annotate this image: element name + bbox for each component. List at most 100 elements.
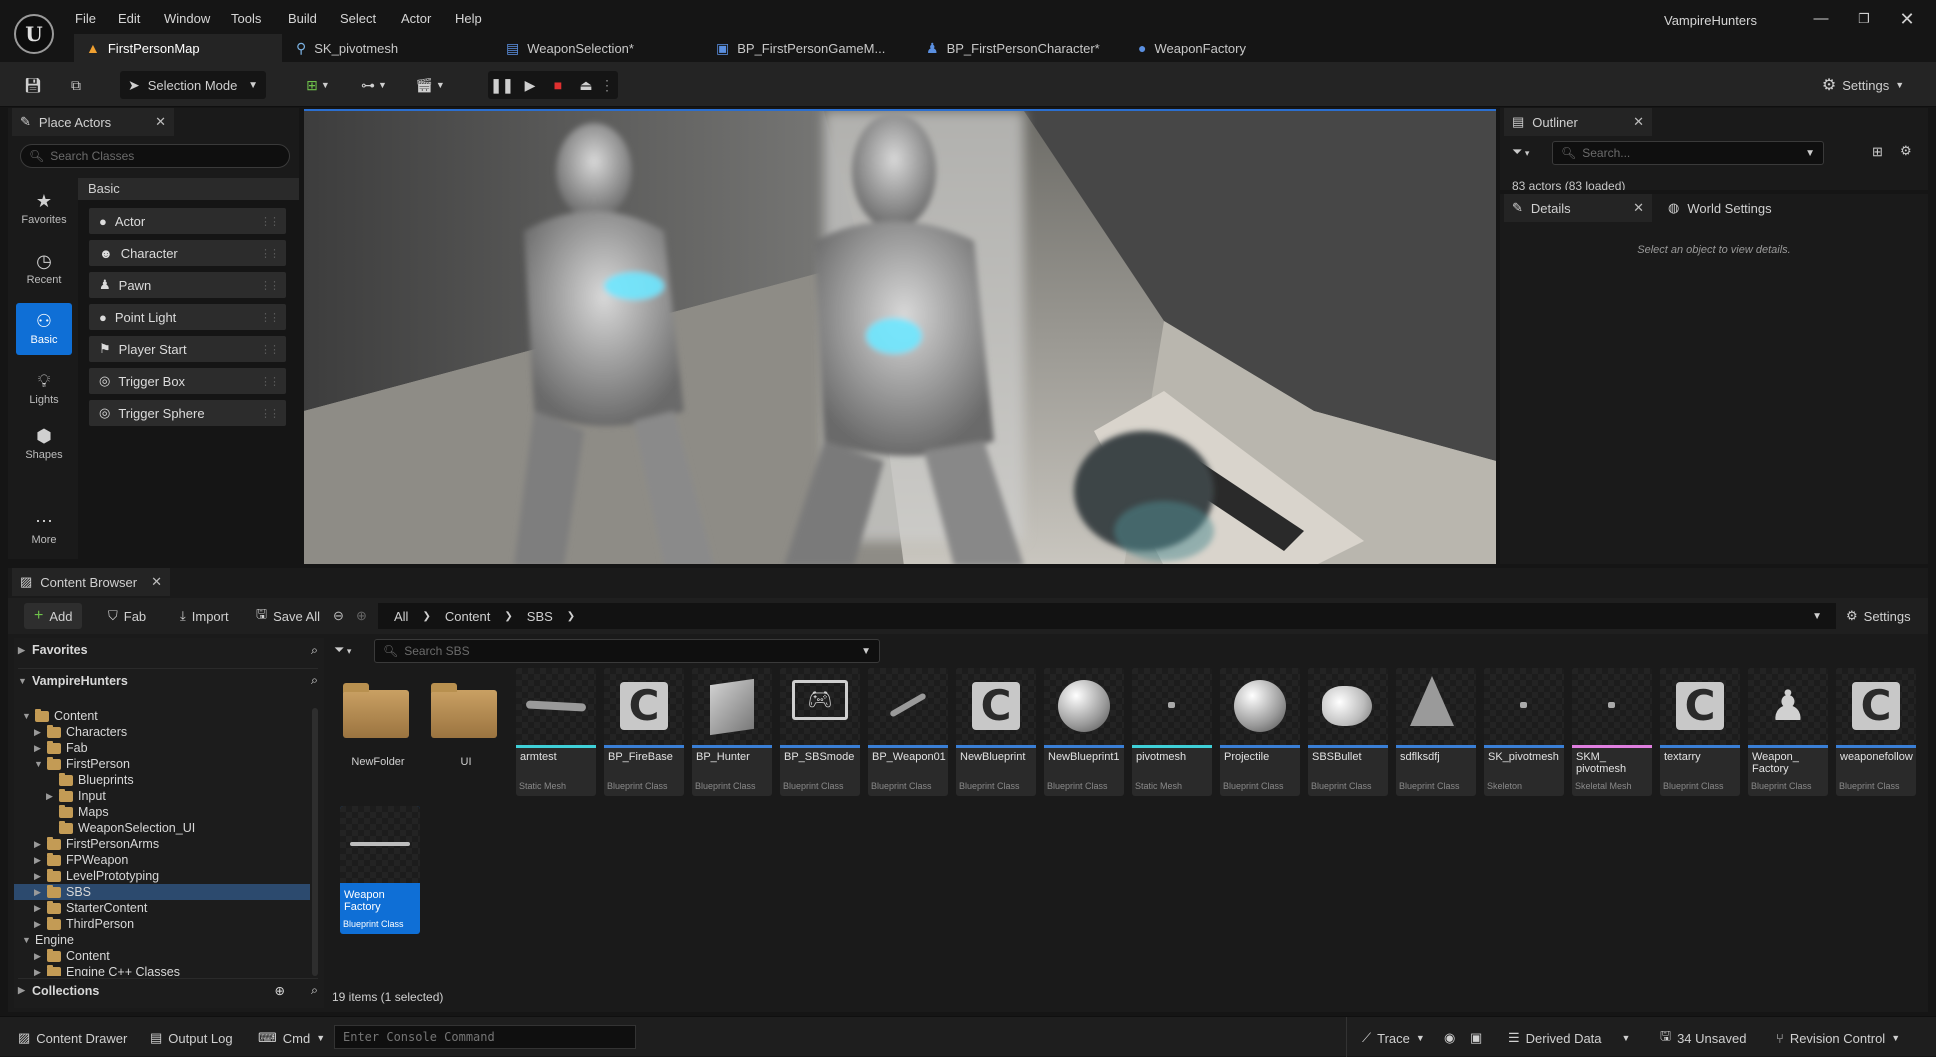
- pause-icon[interactable]: ❚❚: [488, 77, 516, 94]
- drag-handle[interactable]: ⋮⋮: [260, 247, 280, 260]
- nav-lights[interactable]: 💡︎ Lights: [16, 363, 72, 415]
- favorites-header[interactable]: ▶ Favorites ⌕: [18, 638, 318, 662]
- actor-item-pawn[interactable]: ♟ Pawn ⋮⋮: [89, 272, 286, 298]
- tree-item[interactable]: ▶ Characters: [14, 724, 310, 740]
- add-folder-icon[interactable]: ⊞: [1872, 144, 1883, 160]
- search-classes-input[interactable]: 🔍︎: [20, 144, 290, 168]
- collapse-arrow-icon[interactable]: ▼: [22, 935, 31, 945]
- tree-item[interactable]: ▶ Input: [14, 788, 310, 804]
- drag-handle[interactable]: ⋮⋮: [260, 279, 280, 292]
- tab-bp-firstpersongamemode[interactable]: ▣ BP_FirstPersonGameM...: [704, 34, 897, 62]
- blueprint-menu-button[interactable]: ⊶ ▼: [354, 71, 394, 99]
- menu-file[interactable]: File: [75, 11, 96, 26]
- expand-arrow-icon[interactable]: ▶: [34, 855, 42, 866]
- filter-icon[interactable]: ⏷ ▾: [334, 642, 351, 658]
- menu-build[interactable]: Build: [288, 11, 317, 26]
- cb-settings-button[interactable]: ⚙ Settings: [1840, 603, 1917, 629]
- menu-window[interactable]: Window: [164, 11, 210, 26]
- browse-icon[interactable]: ⧉: [62, 71, 90, 99]
- details-tab[interactable]: ✎ Details ✕: [1504, 194, 1652, 222]
- add-button[interactable]: + Add: [24, 603, 83, 629]
- collapse-arrow-icon[interactable]: ▼: [34, 759, 43, 769]
- tree-item[interactable]: Maps: [14, 804, 310, 820]
- tree-item[interactable]: ▶ SBS: [14, 884, 310, 900]
- save-icon[interactable]: 💾︎: [20, 71, 46, 99]
- drag-handle[interactable]: ⋮⋮: [260, 311, 280, 324]
- record-icon[interactable]: ◉: [1444, 1027, 1455, 1049]
- gear-icon[interactable]: ⚙: [1900, 143, 1912, 159]
- asset-tile[interactable]: Projectile Blueprint Class: [1220, 668, 1300, 796]
- expand-arrow-icon[interactable]: ▶: [34, 887, 42, 898]
- tree-item[interactable]: ▶ FirstPersonArms: [14, 836, 310, 852]
- expand-arrow-icon[interactable]: ▶: [34, 967, 42, 977]
- expand-arrow-icon[interactable]: ▶: [34, 727, 42, 738]
- eject-icon[interactable]: ⏏︎: [572, 77, 600, 94]
- console-field[interactable]: [343, 1030, 635, 1044]
- folder-tile[interactable]: NewFolder: [340, 678, 410, 768]
- expand-arrow-icon[interactable]: ▶: [34, 951, 42, 962]
- output-log-button[interactable]: ▤ Output Log: [150, 1027, 233, 1049]
- expand-arrow-icon[interactable]: ▶: [34, 839, 42, 850]
- project-header[interactable]: ▼ VampireHunters ⌕: [18, 668, 318, 692]
- tree-item[interactable]: ▼ FirstPerson: [14, 756, 310, 772]
- expand-arrow-icon[interactable]: ▶: [34, 919, 42, 930]
- folder-tile[interactable]: UI: [428, 678, 498, 768]
- asset-tile[interactable]: NewBlueprint1 Blueprint Class: [1044, 668, 1124, 796]
- fab-button[interactable]: ⛉ Fab: [102, 603, 152, 629]
- forward-icon[interactable]: ⊕: [356, 608, 367, 624]
- close-icon[interactable]: ✕: [1892, 6, 1922, 32]
- tab-sk-pivotmesh[interactable]: ⚲ SK_pivotmesh: [284, 34, 410, 62]
- asset-tile[interactable]: BP_Hunter Blueprint Class: [692, 668, 772, 796]
- minimize-icon[interactable]: —: [1806, 6, 1836, 32]
- step-icon[interactable]: ▶︎: [516, 77, 544, 94]
- unsaved-button[interactable]: 🖫︎ 34 Unsaved: [1660, 1027, 1746, 1049]
- actor-item-player-start[interactable]: ⚑ Player Start ⋮⋮: [89, 336, 286, 362]
- asset-tile[interactable]: SBSBullet Blueprint Class: [1308, 668, 1388, 796]
- expand-arrow-icon[interactable]: ▶: [34, 871, 42, 882]
- tab-weaponfactory[interactable]: ● WeaponFactory: [1126, 34, 1258, 62]
- revision-control-button[interactable]: ⑂ Revision Control ▼: [1776, 1027, 1900, 1049]
- settings-button[interactable]: ⚙ Settings ▼: [1816, 71, 1910, 99]
- world-settings-tab[interactable]: ◍ World Settings: [1660, 194, 1820, 222]
- tree-item[interactable]: ▶ Engine C++ Classes: [14, 964, 310, 976]
- close-icon[interactable]: ✕: [155, 114, 166, 130]
- actor-item-actor[interactable]: ● Actor ⋮⋮: [89, 208, 286, 234]
- search-field[interactable]: [50, 149, 281, 163]
- tree-item[interactable]: ▶ StarterContent: [14, 900, 310, 916]
- asset-tile[interactable]: SKM_ pivotmesh Skeletal Mesh: [1572, 668, 1652, 796]
- breadcrumb-all[interactable]: All: [394, 609, 408, 624]
- asset-tile[interactable]: sdflksdfj Blueprint Class: [1396, 668, 1476, 796]
- asset-tile[interactable]: 🎮︎ BP_SBSmode Blueprint Class: [780, 668, 860, 796]
- drag-handle[interactable]: ⋮⋮: [260, 407, 280, 420]
- close-icon[interactable]: ✕: [1633, 114, 1644, 130]
- content-drawer-button[interactable]: ▨ Content Drawer: [18, 1027, 127, 1049]
- drag-handle[interactable]: ⋮⋮: [260, 343, 280, 356]
- back-icon[interactable]: ⊖: [333, 608, 344, 624]
- actor-item-trigger-box[interactable]: ◎ Trigger Box ⋮⋮: [89, 368, 286, 394]
- import-button[interactable]: ⤓ Import: [174, 603, 235, 629]
- save-all-button[interactable]: 🖫︎ Save All: [250, 603, 326, 629]
- level-viewport[interactable]: [304, 109, 1496, 564]
- menu-tools[interactable]: Tools: [231, 11, 261, 26]
- nav-shapes[interactable]: ⬢ Shapes: [16, 418, 72, 470]
- close-icon[interactable]: ✕: [151, 574, 162, 590]
- asset-tile[interactable]: Cweaponefollow Blueprint Class: [1836, 668, 1916, 796]
- tree-item[interactable]: ▶ FPWeapon: [14, 852, 310, 868]
- nav-basic[interactable]: ⚇ Basic: [16, 303, 72, 355]
- search-icon[interactable]: ⌕: [311, 983, 318, 998]
- actor-item-point-light[interactable]: ● Point Light ⋮⋮: [89, 304, 286, 330]
- menu-actor[interactable]: Actor: [401, 11, 431, 26]
- cmd-dropdown[interactable]: ⌨ Cmd ▼: [258, 1027, 325, 1049]
- asset-tile[interactable]: C NewBlueprint Blueprint Class: [956, 668, 1036, 796]
- menu-help[interactable]: Help: [455, 11, 482, 26]
- actor-item-character[interactable]: ☻ Character ⋮⋮: [89, 240, 286, 266]
- search-field[interactable]: [404, 644, 856, 658]
- derived-data-button[interactable]: ☰ Derived Data ▼: [1508, 1027, 1630, 1049]
- asset-tile[interactable]: Weapon Factory Blueprint Class: [340, 806, 420, 934]
- asset-tile[interactable]: SK_pivotmesh Skeleton: [1484, 668, 1564, 796]
- close-icon[interactable]: ✕: [1633, 200, 1644, 216]
- tree-item[interactable]: WeaponSelection_UI: [14, 820, 310, 836]
- place-actors-tab[interactable]: ✎ Place Actors ✕: [12, 108, 174, 136]
- collections-header[interactable]: ▶ Collections ⊕ ⌕: [18, 978, 318, 1002]
- tab-weaponselection[interactable]: ▤ WeaponSelection*: [494, 34, 646, 62]
